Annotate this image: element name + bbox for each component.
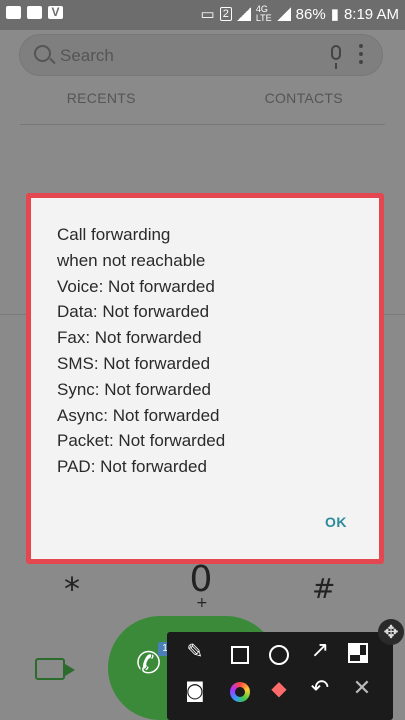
key-zero[interactable]: 0 — [186, 559, 216, 600]
mosaic-icon[interactable] — [348, 643, 368, 663]
circle-icon[interactable] — [269, 645, 289, 665]
arrow-icon[interactable]: ↗ — [306, 638, 334, 666]
dialog-line: PAD: Not forwarded — [57, 457, 207, 477]
tab-bar: RECENTS CONTACTS — [0, 90, 405, 120]
rectangle-icon[interactable] — [231, 646, 249, 664]
camera-icon[interactable]: ◙ — [181, 678, 209, 706]
tab-divider — [20, 124, 385, 125]
signal-icon-2 — [276, 7, 291, 21]
key-hash[interactable]: # — [312, 572, 335, 605]
search-input[interactable]: Search — [60, 46, 114, 66]
dialog-message: Call forwarding when not reachable Voice… — [57, 222, 225, 480]
status-bar: V ▭ 2 4G LTE 86% ▮ 8:19 AM — [0, 0, 405, 30]
clock: 8:19 AM — [343, 5, 399, 23]
dialog-line: Call forwarding — [57, 225, 171, 244]
battery-icon: ▮ — [330, 6, 339, 23]
color-picker-icon[interactable] — [230, 682, 250, 702]
battery-percent: 86% — [295, 5, 326, 23]
dialog-line: Fax: Not forwarded — [57, 328, 202, 348]
dialog-line: when not reachable — [57, 250, 206, 270]
message-icon — [6, 6, 21, 19]
brush-icon[interactable]: ✎ — [181, 639, 209, 667]
dialog-line: Voice: Not forwarded — [57, 276, 215, 296]
tab-recents[interactable]: RECENTS — [0, 90, 203, 120]
eraser-icon[interactable]: ◆ — [265, 676, 293, 704]
tab-contacts[interactable]: CONTACTS — [203, 90, 405, 120]
dialog-line: SMS: Not forwarded — [57, 353, 211, 373]
search-icon — [34, 45, 51, 62]
call-forwarding-dialog: Call forwarding when not reachable Voice… — [26, 193, 384, 564]
sim-badge: 2 — [219, 7, 232, 21]
key-star[interactable]: * — [64, 570, 80, 608]
annotation-toolbar: ✎ ↗ ◙ ◆ ↶ ✕ — [167, 632, 393, 720]
notification-icons: V — [6, 6, 63, 19]
dialog-line: Packet: Not forwarded — [57, 431, 226, 451]
more-options-icon[interactable] — [359, 44, 363, 64]
microphone-icon[interactable] — [331, 45, 341, 69]
dialog-line: Sync: Not forwarded — [57, 379, 212, 399]
video-icon — [27, 6, 42, 19]
close-icon[interactable]: ✕ — [348, 676, 376, 704]
signal-icon — [236, 7, 251, 21]
dialog-line: Data: Not forwarded — [57, 302, 210, 322]
dialog-line: Async: Not forwarded — [57, 405, 220, 425]
move-handle-icon[interactable]: ✥ — [378, 619, 404, 645]
network-type: 4G LTE — [255, 4, 272, 23]
undo-icon[interactable]: ↶ — [306, 676, 334, 704]
video-call-icon[interactable] — [35, 658, 75, 680]
app-v-icon: V — [48, 6, 63, 19]
search-bar[interactable]: Search — [19, 34, 383, 76]
system-status: ▭ 2 4G LTE 86% ▮ 8:19 AM — [200, 4, 400, 24]
key-zero-plus-label: + — [196, 595, 208, 611]
ok-button[interactable]: OK — [325, 514, 347, 530]
cast-icon: ▭ — [200, 6, 215, 23]
